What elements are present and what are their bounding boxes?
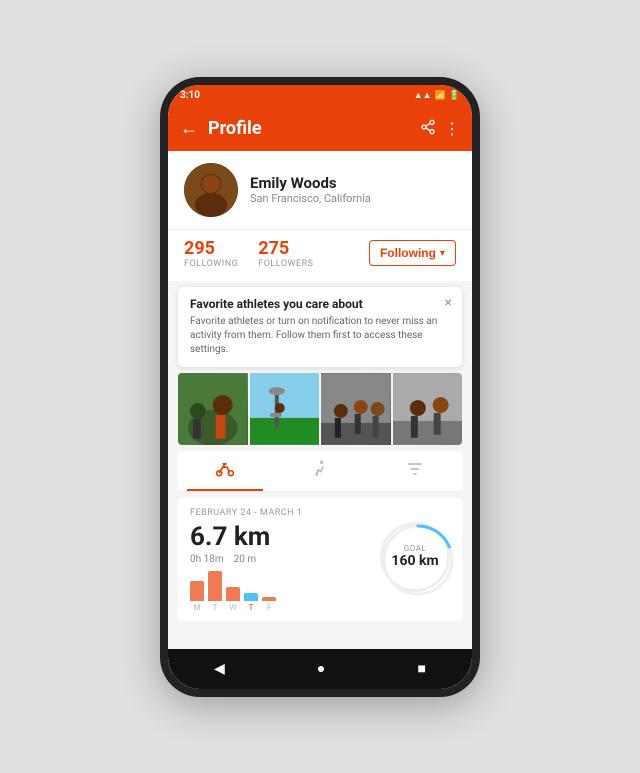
athlete-photo-1[interactable] [178,373,248,445]
goal-circle: GOAL 160 km [380,522,450,592]
chart-bars [190,571,276,601]
activity-elevation: 20 m [234,554,257,565]
chart-label-T1: T [208,603,222,612]
status-time: 3:10 [180,90,200,101]
profile-section: 〜 Emily Woods San Francisco, California [168,151,472,229]
back-button[interactable]: ← [180,118,198,139]
signal-icon: 📶 [435,91,446,101]
bar-W [226,587,240,601]
nav-recents-button[interactable]: ■ [417,660,425,677]
tab-filter[interactable] [367,451,462,491]
phone-screen: 3:10 ▲▲ 📶 🔋 ← Profile ⋮ [168,85,472,689]
chart-label-F: F [262,603,276,612]
avatar-waves-icon: 〜 [228,163,238,178]
athlete-photo-4[interactable] [393,373,463,445]
followers-stat: 275 FOLLOWERS [258,238,313,269]
tab-running[interactable] [273,451,368,491]
cycling-icon [215,459,235,483]
athlete-photo-3[interactable] [321,373,391,445]
following-button[interactable]: Following ▾ [369,240,456,266]
running-icon [310,459,330,483]
nav-back-button[interactable]: ◀ [214,661,225,677]
filter-icon [405,459,425,483]
activity-main: 6.7 km 0h 18m 20 m [190,522,450,611]
battery-icon: 🔋 [449,91,460,101]
tooltip-card: × Favorite athletes you care about Favor… [178,287,462,367]
activity-distance: 6.7 km [190,522,276,552]
activity-duration: 0h 18m [190,554,224,565]
followers-count: 275 [258,238,289,259]
status-icons: ▲▲ 📶 🔋 [414,90,460,101]
tooltip-title: Favorite athletes you care about [190,297,450,311]
tooltip-body: Favorite athletes or turn on notificatio… [190,315,450,357]
activity-left: 6.7 km 0h 18m 20 m [190,522,276,611]
status-bar: 3:10 ▲▲ 📶 🔋 [168,85,472,107]
following-label: FOLLOWING [184,259,238,269]
bar-F [262,597,276,601]
followers-label: FOLLOWERS [258,259,313,269]
photo-strip [178,373,462,445]
profile-location: San Francisco, California [250,192,456,205]
activity-meta: 0h 18m 20 m [190,554,276,565]
bar-M [190,581,204,601]
wifi-icon: ▲▲ [414,90,432,101]
profile-info: Emily Woods San Francisco, California [250,174,456,205]
following-count: 295 [184,238,215,259]
chart-label-T2: T [244,603,258,612]
app-bar: ← Profile ⋮ [168,107,472,151]
activity-tabs [178,451,462,492]
activity-section: FEBRUARY 24 - MARCH 1 6.7 km 0h 18m 20 m [178,498,462,621]
following-button-label: Following [380,246,436,260]
nav-home-button[interactable]: ● [317,660,325,677]
athlete-photo-2[interactable] [250,373,320,445]
tab-cycling[interactable] [178,451,273,491]
chart-area: M T W T F [190,571,276,611]
goal-arc-svg [380,522,456,598]
avatar: 〜 [184,163,238,217]
following-stat: 295 FOLLOWING [184,238,238,269]
bar-T2 [244,593,258,601]
chevron-down-icon: ▾ [440,248,445,259]
bar-T1 [208,571,222,601]
app-bar-title: Profile [208,118,420,139]
close-icon[interactable]: × [445,295,452,311]
menu-icon[interactable]: ⋮ [444,119,460,138]
stats-section: 295 FOLLOWING 275 FOLLOWERS Following ▾ [168,229,472,281]
chart-labels: M T W T F [190,603,276,612]
chart-label-M: M [190,603,204,612]
nav-bar: ◀ ● ■ [168,649,472,689]
chart-label-W: W [226,603,240,612]
app-bar-actions: ⋮ [420,119,460,139]
phone-frame: 3:10 ▲▲ 📶 🔋 ← Profile ⋮ [160,77,480,697]
profile-name: Emily Woods [250,174,456,192]
activity-period: FEBRUARY 24 - MARCH 1 [190,508,450,518]
share-icon[interactable] [420,119,436,139]
